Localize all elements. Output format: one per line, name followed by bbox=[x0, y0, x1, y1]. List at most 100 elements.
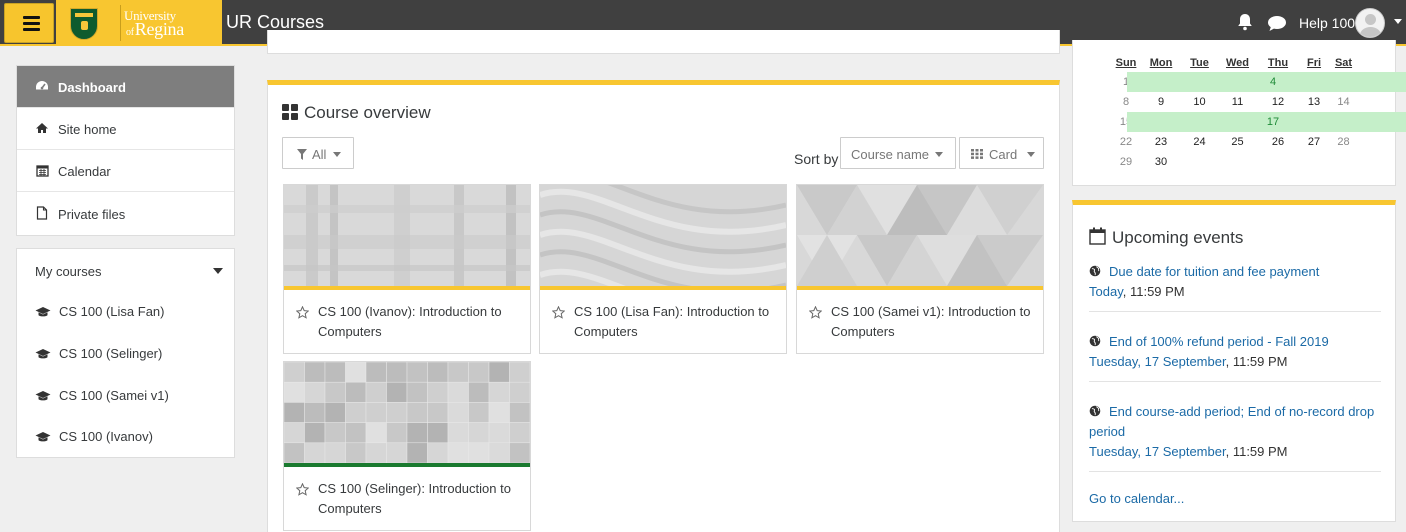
pattern-tile bbox=[284, 362, 305, 383]
pattern-tile bbox=[447, 402, 469, 423]
course-card[interactable]: CS 100 (Samei v1): Introduction to Compu… bbox=[796, 184, 1044, 354]
caret-down-icon bbox=[935, 152, 943, 157]
view-dropdown[interactable]: Card bbox=[959, 137, 1044, 169]
nav-item-label: Dashboard bbox=[58, 80, 126, 95]
course-image[interactable] bbox=[540, 185, 786, 315]
divider bbox=[1089, 471, 1381, 472]
event-date-link[interactable]: Tuesday, 17 September bbox=[1089, 354, 1226, 369]
course-image[interactable] bbox=[284, 185, 530, 286]
pattern-tile bbox=[406, 362, 428, 383]
nav-item-dashboard[interactable]: Dashboard bbox=[17, 66, 234, 108]
crest-icon bbox=[70, 8, 98, 40]
calendar-day[interactable]: 10 bbox=[1181, 92, 1218, 112]
pattern-tile bbox=[488, 402, 510, 423]
event-link[interactable]: End of 100% refund period - Fall 2019 bbox=[1109, 334, 1329, 349]
course-name-link[interactable]: CS 100 (Selinger): Introduction to Compu… bbox=[318, 479, 518, 519]
globe-icon bbox=[1089, 265, 1101, 277]
pattern-tile bbox=[365, 402, 387, 423]
pattern-tile bbox=[447, 381, 469, 403]
course-card[interactable]: CS 100 (Selinger): Introduction to Compu… bbox=[283, 361, 531, 531]
pattern-tile bbox=[304, 442, 326, 464]
calendar-empty-cell bbox=[1181, 152, 1218, 172]
star-icon[interactable] bbox=[296, 306, 309, 319]
caret-down-icon[interactable] bbox=[1394, 19, 1402, 24]
course-card[interactable]: CS 100 (Ivanov): Introduction to Compute… bbox=[283, 184, 531, 354]
pattern-tile bbox=[447, 442, 469, 464]
avatar[interactable] bbox=[1355, 8, 1385, 38]
calendar-day[interactable]: 23 bbox=[1141, 132, 1181, 152]
calendar-day[interactable]: 14 bbox=[1329, 92, 1358, 112]
pattern-tile bbox=[345, 381, 367, 403]
calendar-day[interactable]: 12 bbox=[1257, 92, 1299, 112]
globe-icon bbox=[1089, 405, 1101, 417]
nav-item-private-files[interactable]: Private files bbox=[17, 193, 234, 235]
calendar-empty-cell bbox=[1257, 152, 1299, 172]
upcoming-events-title-text: Upcoming events bbox=[1112, 228, 1244, 247]
calendar-weekday-header: Thu bbox=[1267, 57, 1289, 69]
divider bbox=[1089, 311, 1381, 312]
pattern-tile bbox=[468, 422, 490, 444]
course-name-link[interactable]: CS 100 (Samei v1): Introduction to Compu… bbox=[831, 302, 1031, 342]
course-card[interactable]: CS 100 (Lisa Fan): Introduction to Compu… bbox=[539, 184, 787, 354]
calendar-week-row: 22 23 24 25 26 27 28 bbox=[1111, 132, 1358, 152]
pattern-tile bbox=[447, 362, 469, 383]
calendar-day[interactable]: 9 bbox=[1141, 92, 1181, 112]
calendar-weekday-header: Sat bbox=[1334, 57, 1353, 69]
calendar-day[interactable]: 25 bbox=[1218, 132, 1257, 152]
calendar-day[interactable]: 22 bbox=[1111, 132, 1141, 152]
calendar-day[interactable]: 11 bbox=[1218, 92, 1257, 112]
pattern-tile bbox=[386, 402, 408, 423]
calendar-day[interactable]: 29 bbox=[1111, 152, 1141, 172]
hamburger-icon-line bbox=[23, 22, 40, 25]
calendar-day[interactable]: 8 bbox=[1111, 92, 1141, 112]
course-overview-title-text: Course overview bbox=[304, 103, 431, 122]
filter-dropdown[interactable]: All bbox=[282, 137, 354, 169]
star-icon[interactable] bbox=[809, 306, 822, 319]
calendar-day[interactable]: 30 bbox=[1141, 152, 1181, 172]
my-course-label: CS 100 (Lisa Fan) bbox=[59, 304, 165, 319]
course-name-link[interactable]: CS 100 (Ivanov): Introduction to Compute… bbox=[318, 302, 518, 342]
calendar-day[interactable]: 4 bbox=[1127, 72, 1406, 92]
my-course-label: CS 100 (Ivanov) bbox=[59, 429, 153, 444]
event-link[interactable]: End course-add period; End of no-record … bbox=[1089, 404, 1374, 439]
star-icon[interactable] bbox=[296, 483, 309, 496]
calendar-day[interactable]: 17 bbox=[1127, 112, 1406, 132]
course-image[interactable] bbox=[284, 362, 530, 464]
nav-item-label: Calendar bbox=[58, 164, 111, 179]
pattern-tile bbox=[324, 362, 346, 383]
course-name-link[interactable]: CS 100 (Lisa Fan): Introduction to Compu… bbox=[574, 302, 774, 342]
calendar-day[interactable]: 27 bbox=[1299, 132, 1329, 152]
sort-dropdown[interactable]: Course name bbox=[840, 137, 956, 169]
calendar-icon bbox=[35, 163, 49, 177]
course-pattern-squares bbox=[284, 362, 530, 464]
bell-icon[interactable] bbox=[1237, 13, 1253, 31]
course-image[interactable] bbox=[797, 185, 1043, 286]
chevron-down-icon[interactable] bbox=[213, 268, 223, 274]
calendar-day[interactable]: 28 bbox=[1329, 132, 1358, 152]
event-date-link[interactable]: Today bbox=[1089, 284, 1123, 299]
university-logo[interactable]: University ofRegina bbox=[56, 0, 222, 46]
go-to-calendar-link[interactable]: Go to calendar... bbox=[1089, 491, 1184, 506]
user-name[interactable]: Help 100 bbox=[1299, 15, 1355, 31]
calendar-block: Sun Mon Tue Wed Thu Fri Sat 123456789101112131… bbox=[1072, 40, 1406, 186]
hamburger-menu-button[interactable] bbox=[4, 3, 54, 43]
my-courses-heading[interactable]: My courses bbox=[35, 264, 101, 279]
pattern-tile bbox=[468, 442, 490, 464]
chat-icon[interactable] bbox=[1267, 15, 1287, 32]
star-icon[interactable] bbox=[552, 306, 565, 319]
pattern-tile bbox=[345, 402, 367, 423]
course-pattern-waves bbox=[540, 185, 786, 315]
nav-item-site-home[interactable]: Site home bbox=[17, 108, 234, 150]
upcoming-events-block: Upcoming events Due date for tuition and… bbox=[1072, 200, 1396, 522]
calendar-day[interactable]: 24 bbox=[1181, 132, 1218, 152]
pattern-tile bbox=[488, 442, 510, 464]
caret-down-icon bbox=[333, 152, 341, 157]
pattern-tile bbox=[304, 402, 326, 423]
calendar-day[interactable]: 26 bbox=[1257, 132, 1299, 152]
nav-item-calendar[interactable]: Calendar bbox=[17, 150, 234, 192]
event-link[interactable]: Due date for tuition and fee payment bbox=[1109, 264, 1319, 279]
calendar-day[interactable]: 13 bbox=[1299, 92, 1329, 112]
event-date-link[interactable]: Tuesday, 17 September bbox=[1089, 444, 1226, 459]
caret-down-icon bbox=[1027, 152, 1035, 157]
my-course-label: CS 100 (Selinger) bbox=[59, 346, 163, 361]
